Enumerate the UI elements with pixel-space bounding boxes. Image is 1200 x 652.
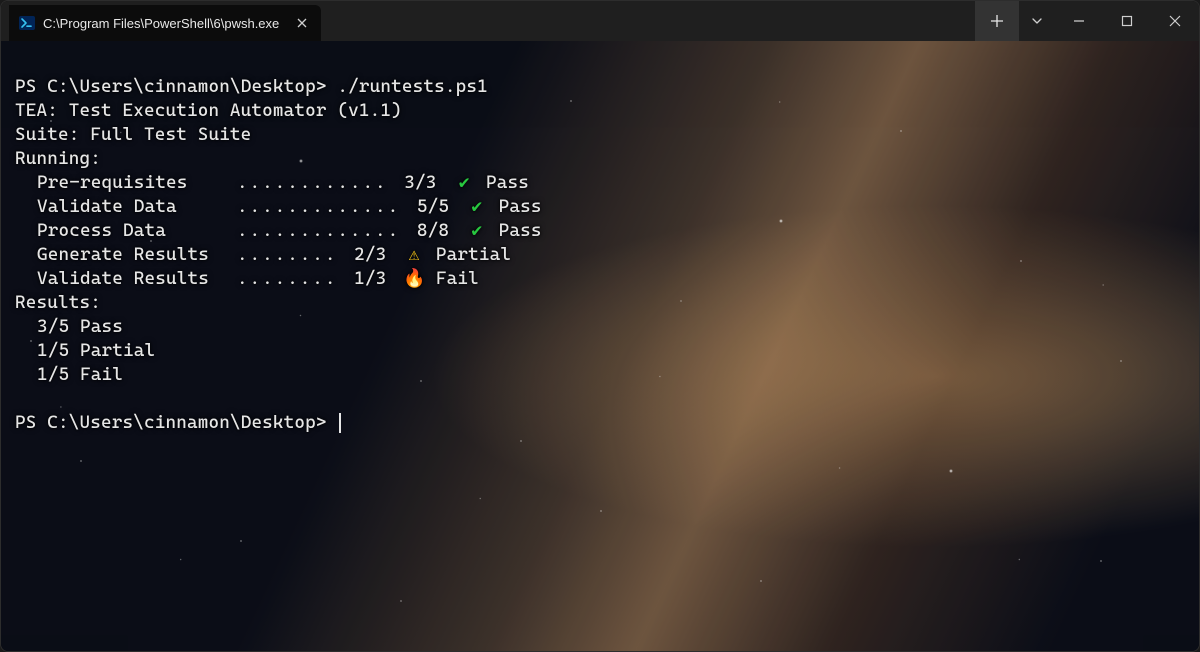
cursor [339,413,341,433]
window-close-button[interactable] [1151,1,1199,41]
test-line: Validate Results ........ 1/3 🔥 Fail [15,268,479,289]
tab-title: C:\Program Files\PowerShell\6\pwsh.exe [43,16,279,31]
tab-close-button[interactable] [293,14,311,32]
terminal-window: C:\Program Files\PowerShell\6\pwsh.exe P… [0,0,1200,652]
test-line: Generate Results ........ 2/3 ⚠ Partial [15,244,511,265]
test-dots: ........ [237,268,337,289]
test-count: 5/5 [406,196,460,217]
test-name: Validate Results [37,267,237,291]
check-icon: ✔ [466,219,488,243]
prompt-prefix: PS [15,412,47,433]
prompt-prefix: PS [15,76,47,97]
tab-dropdown-button[interactable] [1019,1,1055,41]
test-dots: ............. [237,196,400,217]
terminal-viewport[interactable]: PS C:\Users\cinnamon\Desktop> ./runtests… [1,41,1199,651]
test-count: 3/3 [394,172,448,193]
fire-icon: 🔥 [403,267,425,291]
test-status: Pass [486,172,529,193]
test-status: Partial [436,244,511,265]
running-label: Running: [15,148,101,169]
test-dots: ........ [237,244,337,265]
tea-header: TEA: Test Execution Automator (v1.1) [15,100,402,121]
test-name: Pre-requisites [37,171,237,195]
maximize-icon [1121,15,1133,27]
test-dots: ............. [237,220,400,241]
test-name: Generate Results [37,243,237,267]
prompt-path: C:\Users\cinnamon\Desktop> [47,412,326,433]
test-status: Fail [436,268,479,289]
prompt-command: ./runtests.ps1 [337,76,487,97]
test-dots: ............ [237,172,388,193]
suite-line: Suite: Full Test Suite [15,124,251,145]
test-status: Pass [499,196,542,217]
check-icon: ✔ [466,195,488,219]
title-bar: C:\Program Files\PowerShell\6\pwsh.exe [1,1,1199,41]
test-line: Validate Data ............. 5/5 ✔ Pass [15,196,542,217]
results-header: Results: [15,292,101,313]
result-line: 1/5 Partial [15,340,155,361]
test-status: Pass [499,220,542,241]
minimize-icon [1073,15,1085,27]
minimize-button[interactable] [1055,1,1103,41]
new-tab-button[interactable] [975,1,1019,41]
test-count: 8/8 [406,220,460,241]
titlebar-drag-region[interactable] [321,1,975,41]
maximize-button[interactable] [1103,1,1151,41]
warning-icon: ⚠ [403,243,425,267]
result-line: 1/5 Fail [15,364,123,385]
test-count: 1/3 [343,268,397,289]
test-line: Pre-requisites ............ 3/3 ✔ Pass [15,172,529,193]
test-count: 2/3 [343,244,397,265]
tab-pwsh[interactable]: C:\Program Files\PowerShell\6\pwsh.exe [9,5,321,41]
chevron-down-icon [1031,15,1043,27]
test-name: Process Data [37,219,237,243]
close-icon [1169,15,1181,27]
result-line: 3/5 Pass [15,316,123,337]
test-line: Process Data ............. 8/8 ✔ Pass [15,220,542,241]
test-name: Validate Data [37,195,237,219]
powershell-icon [19,15,35,31]
prompt-path: C:\Users\cinnamon\Desktop> [47,76,326,97]
check-icon: ✔ [453,171,475,195]
terminal-content: PS C:\Users\cinnamon\Desktop> ./runtests… [1,41,1199,469]
